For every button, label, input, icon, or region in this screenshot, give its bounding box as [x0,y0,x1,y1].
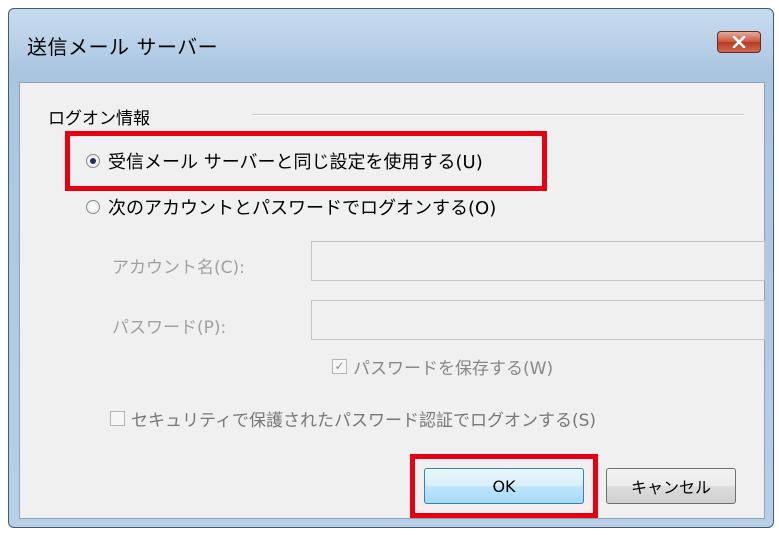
account-name-label: アカウント名(C): [112,258,245,278]
spa-checkbox[interactable]: セキュリティで保護されたパスワード認証でログオンする(S) [110,406,596,431]
cancel-button[interactable]: キャンセル [606,468,736,504]
password-label: パスワード(P): [112,318,227,338]
radio-unselected-icon[interactable] [86,200,100,214]
highlight-same-settings [65,131,547,191]
save-password-label: パスワードを保存する(W) [353,359,554,379]
radio-custom-logon-label: 次のアカウントとパスワードでログオンする(O) [108,198,497,219]
dialog-window: 送信メール サーバー ログオン情報 受信メール サーバーと同じ設定を使用する(U… [8,8,774,528]
dialog-body: ログオン情報 受信メール サーバーと同じ設定を使用する(U) 次のアカウントとパ… [19,82,765,519]
checkmark-icon[interactable]: ✓ [332,359,347,374]
password-input[interactable] [311,300,765,340]
spa-label: セキュリティで保護されたパスワード認証でログオンする(S) [131,411,597,431]
highlight-ok [410,454,598,518]
account-name-input[interactable] [311,241,765,281]
save-password-checkbox[interactable]: ✓ パスワードを保存する(W) [332,354,553,379]
cancel-button-label: キャンセル [630,478,711,497]
close-button[interactable] [717,31,761,53]
radio-custom-logon[interactable]: 次のアカウントとパスワードでログオンする(O) [86,194,496,220]
group-divider [252,114,744,116]
dialog-title: 送信メール サーバー [27,35,219,59]
logon-group-label: ログオン情報 [48,109,150,129]
title-bar[interactable]: 送信メール サーバー [9,9,773,81]
checkbox-empty-icon[interactable] [110,411,125,426]
close-icon [732,36,746,48]
